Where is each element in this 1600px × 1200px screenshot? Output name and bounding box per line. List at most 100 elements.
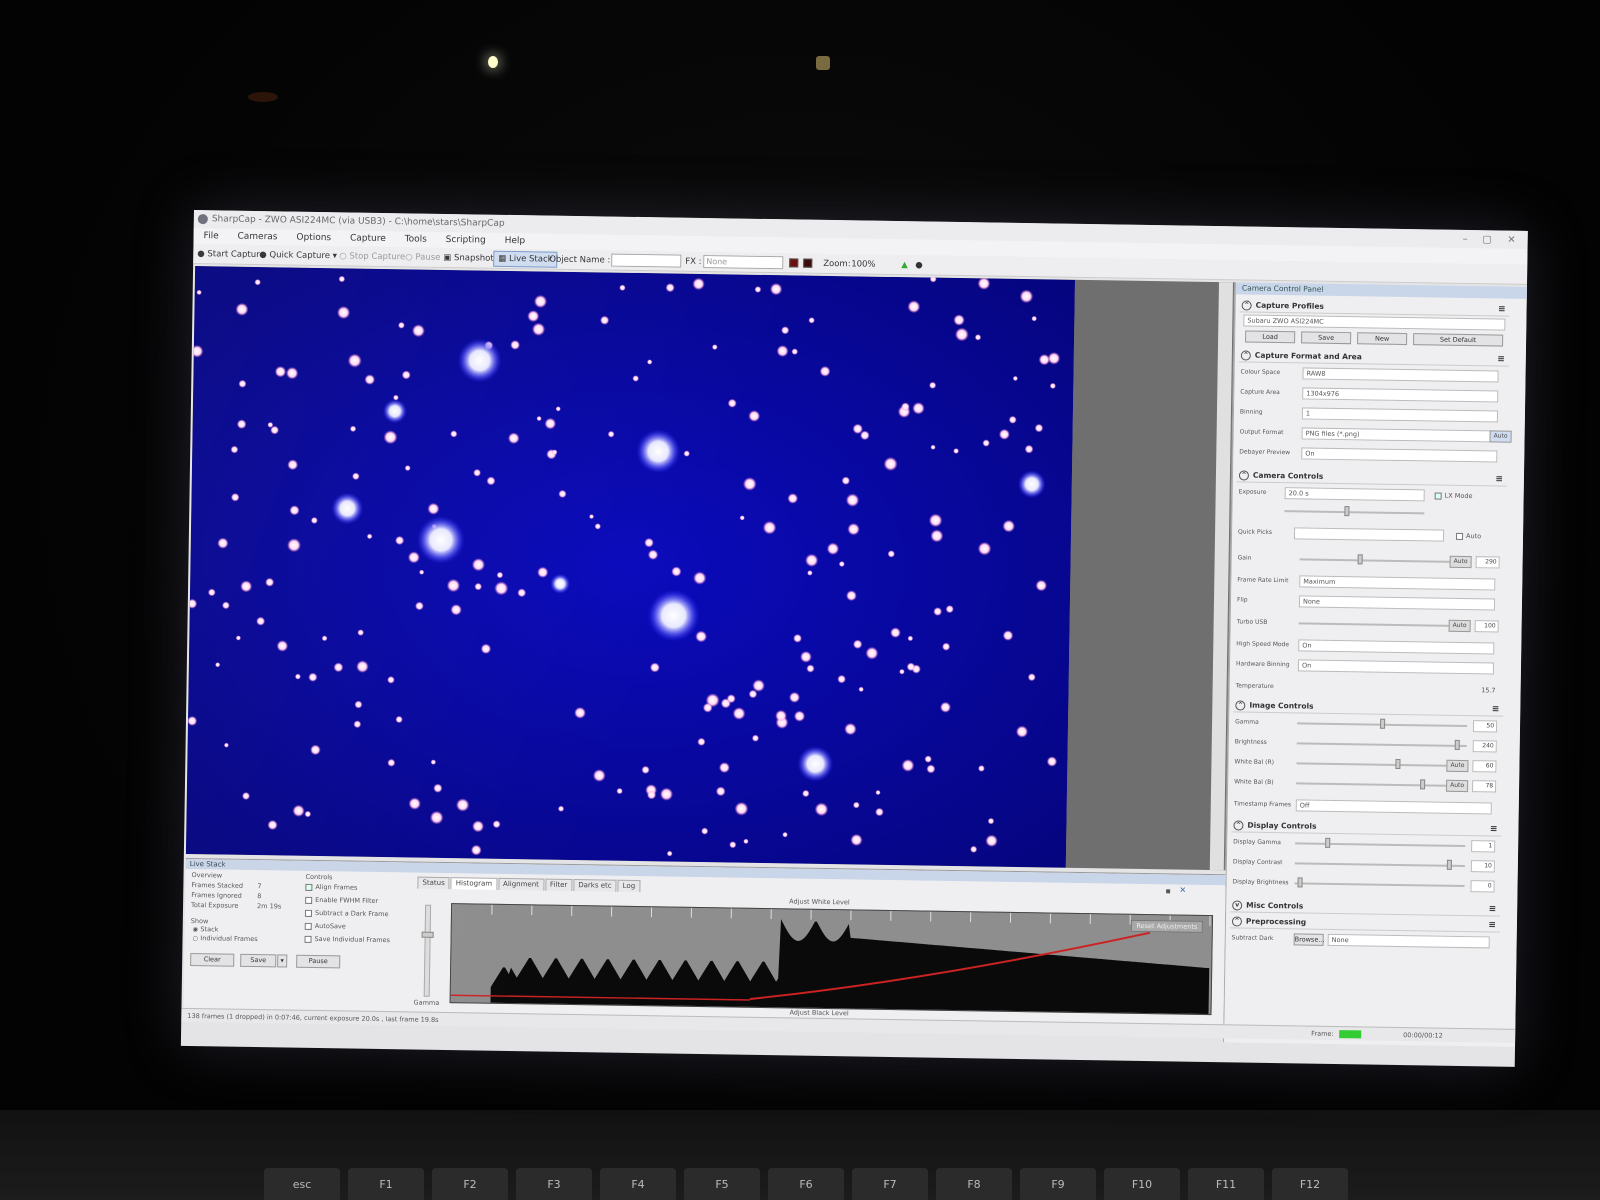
format-row-value[interactable]: RAW8	[1302, 367, 1499, 383]
display-slider[interactable]	[1295, 837, 1466, 848]
stack-option-checkbox[interactable]: Enable FWHM Filter	[305, 896, 378, 905]
format-row-value[interactable]: 1304x976	[1302, 387, 1499, 403]
stack-option-checkbox[interactable]: Save Individual Frames	[304, 935, 390, 944]
tab-histogram[interactable]: Histogram	[450, 877, 498, 890]
image-slider-value[interactable]: 60	[1472, 760, 1497, 773]
image-slider[interactable]	[1296, 758, 1467, 770]
format-row-value[interactable]: On	[1301, 447, 1498, 463]
stack-option-checkbox[interactable]: AutoSave	[304, 922, 346, 930]
menu-icon[interactable]: ≡	[1495, 472, 1503, 486]
new-profile-button[interactable]: New	[1357, 332, 1408, 346]
stack-option-checkbox[interactable]: Subtract a Dark Frame	[304, 909, 389, 918]
image-slider[interactable]	[1297, 718, 1468, 729]
camera-row-value[interactable]: On	[1297, 659, 1495, 675]
format-row-value[interactable]: 1	[1301, 407, 1499, 423]
quick-picks-auto-checkbox[interactable]: Auto	[1455, 532, 1481, 540]
set-default-button[interactable]: Set Default	[1413, 333, 1504, 347]
camera-auto-button[interactable]: Auto	[1449, 555, 1472, 569]
gamma-slider[interactable]	[421, 904, 434, 997]
menu-scripting[interactable]: Scripting	[446, 235, 486, 246]
histogram-chart[interactable]	[449, 903, 1214, 1016]
camera-slider[interactable]	[1298, 619, 1469, 631]
image-slider[interactable]	[1296, 779, 1467, 790]
display-slider-value[interactable]: 10	[1470, 860, 1495, 873]
menu-cameras[interactable]: Cameras	[237, 232, 277, 243]
tab-log[interactable]: Log	[617, 879, 641, 893]
histogram-icon[interactable]: ▲	[901, 255, 908, 275]
display-slider-value[interactable]: 0	[1470, 880, 1495, 893]
maximize-button[interactable]: ▢	[1482, 231, 1492, 249]
tab-status[interactable]: Status	[417, 876, 450, 890]
slider-knob[interactable]	[1395, 758, 1401, 770]
camera-row-value[interactable]: Maximum	[1299, 575, 1496, 591]
display-slider-value[interactable]: 1	[1471, 840, 1496, 853]
section-capture-format[interactable]: ^ Capture Format and Area ≡	[1238, 348, 1509, 367]
exposure-slider[interactable]	[1284, 506, 1425, 517]
pause-button[interactable]: ○ Pause	[405, 247, 440, 268]
camera-slider-value[interactable]: 290	[1475, 556, 1500, 569]
timestamp-select[interactable]: Off	[1295, 799, 1492, 815]
stack-option-checkbox[interactable]: Align Frames	[305, 883, 357, 892]
profile-select[interactable]: Subaru ZWO ASI224MC	[1243, 314, 1506, 331]
auto-button[interactable]: Auto	[1489, 430, 1512, 443]
section-capture-profiles[interactable]: ^ Capture Profiles ≡	[1239, 298, 1510, 317]
gamma-knob[interactable]	[421, 931, 434, 938]
save-profile-button[interactable]: Save	[1301, 331, 1352, 345]
fx-select[interactable]: None	[703, 252, 784, 273]
image-slider-value[interactable]: 78	[1472, 780, 1497, 793]
slider-knob[interactable]	[1325, 837, 1331, 848]
slider-knob[interactable]	[1297, 877, 1303, 888]
quick-picks-select[interactable]	[1293, 527, 1445, 542]
menu-icon[interactable]: ≡	[1497, 352, 1505, 366]
camera-slider-value[interactable]: 100	[1474, 620, 1499, 633]
tab-alignment[interactable]: Alignment	[497, 877, 545, 891]
pin-icon[interactable]: ▪	[1165, 886, 1171, 895]
slider-knob[interactable]	[1454, 739, 1460, 750]
stop-capture-button[interactable]: ○ Stop Capture	[339, 246, 405, 267]
image-slider[interactable]	[1296, 739, 1467, 750]
image-viewport[interactable]	[185, 266, 1235, 871]
close-panel-icon[interactable]: ✕	[1179, 886, 1186, 895]
tab-filter[interactable]: Filter	[544, 878, 573, 892]
camera-slider[interactable]	[1299, 554, 1470, 565]
pause-stack-button[interactable]: Pause	[296, 954, 341, 969]
image-auto-button[interactable]: Auto	[1446, 779, 1469, 793]
lx-mode-checkbox[interactable]: LX Mode	[1434, 492, 1473, 500]
section-camera-controls[interactable]: ^ Camera Controls ≡	[1236, 468, 1508, 487]
color-swatch-dark[interactable]	[803, 254, 813, 274]
start-capture-button[interactable]: ● Start Capture	[197, 244, 265, 265]
slider-knob[interactable]	[1379, 718, 1386, 729]
menu-icon[interactable]: ≡	[1492, 702, 1500, 716]
quick-capture-button[interactable]: ● Quick Capture ▾	[259, 245, 337, 266]
save-dropdown-button[interactable]: ▾	[277, 954, 288, 968]
load-profile-button[interactable]: Load	[1245, 330, 1296, 344]
show-individual-radio[interactable]: ○ Individual Frames	[193, 934, 258, 943]
display-slider[interactable]	[1294, 859, 1465, 870]
image-slider-value[interactable]: 240	[1472, 740, 1497, 753]
camera-row-value[interactable]: On	[1298, 639, 1495, 655]
menu-icon[interactable]: ≡	[1498, 302, 1506, 316]
slider-knob[interactable]	[1344, 506, 1350, 517]
camera-auto-button[interactable]: Auto	[1448, 619, 1471, 633]
section-preprocessing[interactable]: ^ Preprocessing ≡	[1229, 914, 1501, 933]
minimize-button[interactable]: –	[1463, 231, 1468, 249]
save-stack-button[interactable]: Save	[240, 953, 277, 968]
snapshot-button[interactable]: ▣ Snapshot	[443, 248, 494, 269]
settings-icon[interactable]: ●	[915, 255, 923, 275]
menu-capture[interactable]: Capture	[350, 233, 386, 244]
show-stack-radio[interactable]: ◉ Stack	[193, 925, 219, 933]
menu-icon[interactable]: ≡	[1489, 902, 1497, 916]
menu-file[interactable]: File	[204, 231, 219, 241]
menu-tools[interactable]: Tools	[405, 234, 427, 244]
reset-adjustments-button[interactable]: Reset Adjustments	[1130, 919, 1203, 933]
image-auto-button[interactable]: Auto	[1446, 759, 1469, 773]
dark-frame-select[interactable]: None	[1327, 933, 1490, 949]
browse-dark-button[interactable]: Browse...	[1293, 933, 1325, 946]
close-button[interactable]: ✕	[1507, 232, 1516, 250]
zoom-select[interactable]: 100%	[851, 254, 876, 274]
object-name-input[interactable]	[611, 251, 682, 272]
camera-row-value[interactable]: None	[1298, 595, 1496, 611]
color-swatch-red[interactable]	[789, 253, 799, 273]
slider-knob[interactable]	[1420, 779, 1426, 790]
slider-knob[interactable]	[1357, 554, 1363, 565]
